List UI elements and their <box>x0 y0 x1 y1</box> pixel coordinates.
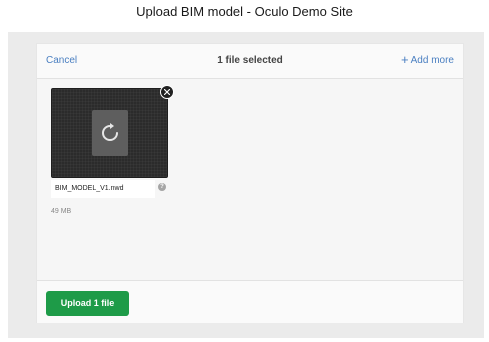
file-name: BIM_MODEL_V1.nwd <box>55 185 124 192</box>
file-thumbnail <box>51 88 168 178</box>
file-size: 49 MB <box>51 208 72 215</box>
help-icon[interactable]: ? <box>158 183 166 191</box>
file-info: BIM_MODEL_V1.nwd <box>51 180 155 198</box>
file-card: BIM_MODEL_V1.nwd ? <box>51 85 174 206</box>
add-more-label: Add more <box>410 55 454 66</box>
add-more-button[interactable]: + Add more <box>401 53 454 68</box>
uploader-top-bar: Cancel 1 file selected + Add more <box>37 44 463 79</box>
file-refresh-icon <box>92 110 128 156</box>
close-icon[interactable] <box>160 85 174 99</box>
selected-count: 1 file selected <box>217 55 283 66</box>
uploader-footer: Upload 1 file <box>37 280 463 323</box>
plus-icon: + <box>401 52 409 67</box>
upload-button[interactable]: Upload 1 file <box>46 291 129 316</box>
dialog-title: Upload BIM model - Oculo Demo Site <box>136 4 353 19</box>
uploader-panel: Cancel 1 file selected + Add more BIM_MOD… <box>36 43 464 323</box>
